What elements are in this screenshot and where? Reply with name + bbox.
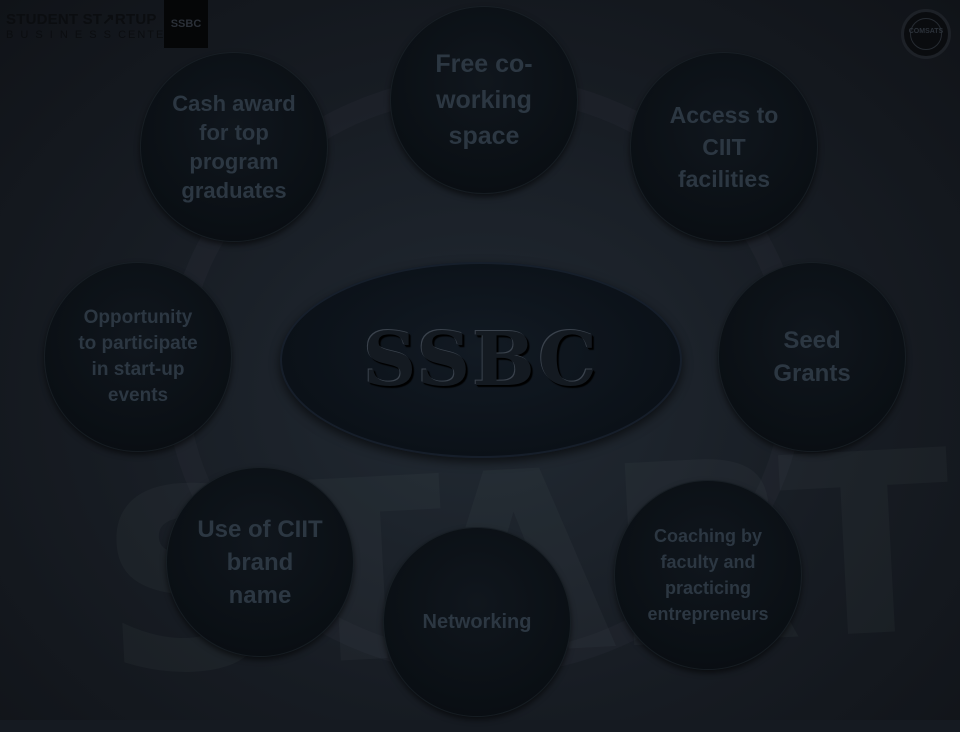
node-cash-award-label: Cash award for top program graduates	[172, 91, 296, 203]
node-coaching-label: Coaching by faculty and practicing entre…	[647, 526, 769, 624]
node-networking: Networking	[383, 527, 571, 717]
node-events-label: Opportunity to participate in start-up e…	[78, 307, 198, 406]
node-coaching: Coaching by faculty and practicing entre…	[614, 480, 802, 670]
node-cash-award: Cash award for top program graduates	[140, 52, 328, 242]
node-ciit-facilities: Access to CIIT facilities	[630, 52, 818, 242]
node-seed-grants: Seed Grants	[718, 262, 906, 452]
node-coworking-label: Free co-working space	[435, 50, 533, 150]
node-seed-grants-label: Seed Grants	[773, 327, 851, 387]
ssbc-logo: STUDENT ST↗RTUP B U S I N E S S CENTER S…	[6, 0, 211, 48]
node-ciit-facilities-label: Access to CIIT facilities	[669, 102, 779, 192]
badge-text: COMSATS	[908, 28, 944, 35]
node-networking-label: Networking	[422, 611, 532, 633]
comsats-badge-icon: COMSATS	[901, 9, 951, 59]
logo-box: SSBC	[164, 0, 208, 48]
center-label: SSBC	[362, 317, 600, 403]
node-brand-name: Use of CIIT brand name	[166, 467, 354, 657]
logo-line-2: B U S I N E S S CENTER	[6, 29, 176, 41]
node-events: Opportunity to participate in start-up e…	[44, 262, 232, 452]
node-brand-name-label: Use of CIIT brand name	[197, 515, 323, 609]
node-coworking: Free co-working space	[390, 6, 578, 194]
logo-line-1: STUDENT ST↗RTUP	[6, 11, 157, 28]
center-hub: SSBC	[280, 262, 682, 458]
